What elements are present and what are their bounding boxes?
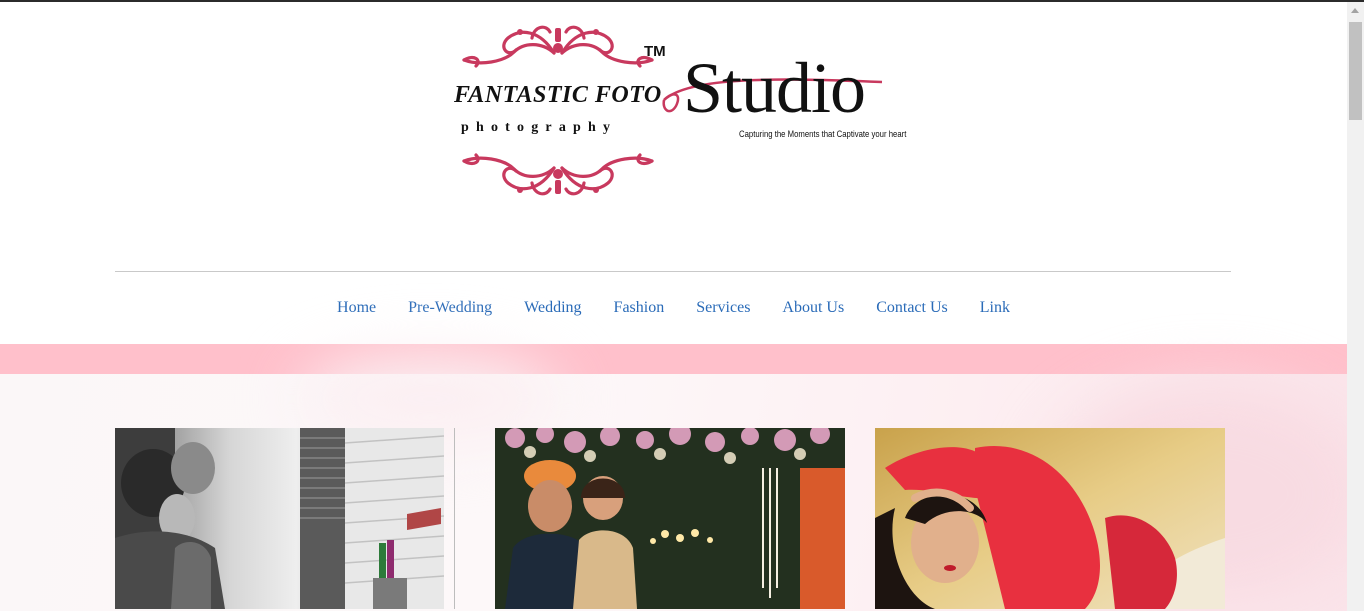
gallery-photo-wedding[interactable]	[495, 428, 845, 609]
logo-subtitle: photography	[461, 120, 618, 135]
scrollbar-thumb[interactable]	[1349, 22, 1362, 120]
gallery-photo-fashion[interactable]	[875, 428, 1225, 609]
logo-tagline: Capturing the Moments that Captivate you…	[739, 129, 907, 139]
scroll-up-arrow-icon[interactable]	[1347, 2, 1364, 19]
logo-studio-text: Studio	[683, 48, 866, 128]
nav-link-link[interactable]: Link	[980, 299, 1010, 317]
studio-logo[interactable]: FANTASTIC FOTO photography TM Studio Cap…	[450, 20, 930, 204]
photo-border	[454, 428, 455, 609]
nav-link-services[interactable]: Services	[696, 299, 750, 317]
main-navigation: Home Pre-Wedding Wedding Fashion Service…	[0, 288, 1347, 328]
nav-link-wedding[interactable]: Wedding	[524, 299, 581, 317]
vertical-scrollbar[interactable]	[1347, 2, 1364, 611]
couple-bw-photo-image	[115, 428, 444, 609]
pink-banner-strip	[0, 344, 1347, 374]
gallery-photo-pre-wedding[interactable]	[115, 428, 444, 609]
trademark-mark: TM	[644, 43, 666, 60]
wedding-couple-photo-image	[495, 428, 845, 609]
fashion-model-photo-image	[875, 428, 1225, 609]
nav-link-fashion[interactable]: Fashion	[614, 299, 665, 317]
header-divider	[115, 271, 1231, 272]
nav-link-pre-wedding[interactable]: Pre-Wedding	[408, 299, 492, 317]
nav-link-contact-us[interactable]: Contact Us	[876, 299, 948, 317]
nav-link-home[interactable]: Home	[337, 299, 376, 317]
nav-link-about-us[interactable]: About Us	[782, 299, 844, 317]
logo-wordmark: FANTASTIC FOTO	[454, 82, 662, 108]
